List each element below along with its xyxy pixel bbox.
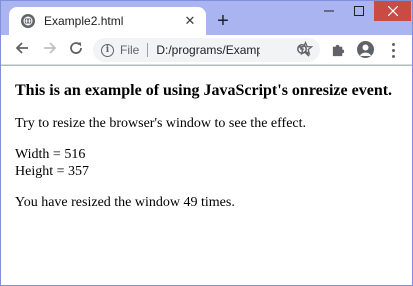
browser-toolbar: i File D:/programs/Exampl... <box>1 35 412 65</box>
arrow-right-icon <box>44 42 57 54</box>
tab-title: Example2.html <box>44 14 124 28</box>
tab-close-icon[interactable]: ✕ <box>182 13 198 29</box>
info-icon[interactable]: i <box>101 43 114 57</box>
page-heading: This is an example of using JavaScript's… <box>15 82 393 99</box>
minimize-button[interactable] <box>314 1 344 21</box>
back-button[interactable] <box>12 40 32 60</box>
resize-count-text: You have resized the window 49 times. <box>15 195 235 210</box>
minimize-icon <box>324 10 334 12</box>
reload-button[interactable] <box>66 40 86 60</box>
forward-button[interactable] <box>40 40 60 60</box>
dimensions-block: Width = 516 Height = 357 <box>15 146 398 180</box>
extensions-puzzle-icon[interactable] <box>331 42 347 58</box>
address-bar[interactable]: i File D:/programs/Exampl... <box>93 38 320 62</box>
new-tab-button[interactable]: + <box>213 11 233 31</box>
maximize-button[interactable] <box>344 1 374 21</box>
address-divider <box>147 43 149 57</box>
browser-window: Example2.html ✕ + i File D:/programs/Exa… <box>0 0 413 286</box>
url-text[interactable]: D:/programs/Exampl... <box>156 43 260 57</box>
globe-icon <box>21 14 35 28</box>
window-close-button[interactable] <box>374 1 411 21</box>
more-menu-icon[interactable] <box>385 41 401 59</box>
maximize-icon <box>354 6 364 16</box>
height-readout: Height = 357 <box>15 164 89 179</box>
profile-avatar-icon[interactable] <box>357 41 374 58</box>
scheme-label: File <box>120 43 140 57</box>
tab-example2[interactable]: Example2.html ✕ <box>9 7 206 35</box>
instruction-text: Try to resize the browser's window to se… <box>15 116 307 131</box>
bookmark-star-icon[interactable] <box>297 40 313 57</box>
tab-strip: Example2.html ✕ + <box>1 1 412 35</box>
page-content: This is an example of using JavaScript's… <box>1 66 412 285</box>
arrow-left-icon <box>15 42 28 54</box>
reload-icon <box>70 42 82 54</box>
width-readout: Width = 516 <box>15 147 86 162</box>
close-icon <box>387 6 398 16</box>
